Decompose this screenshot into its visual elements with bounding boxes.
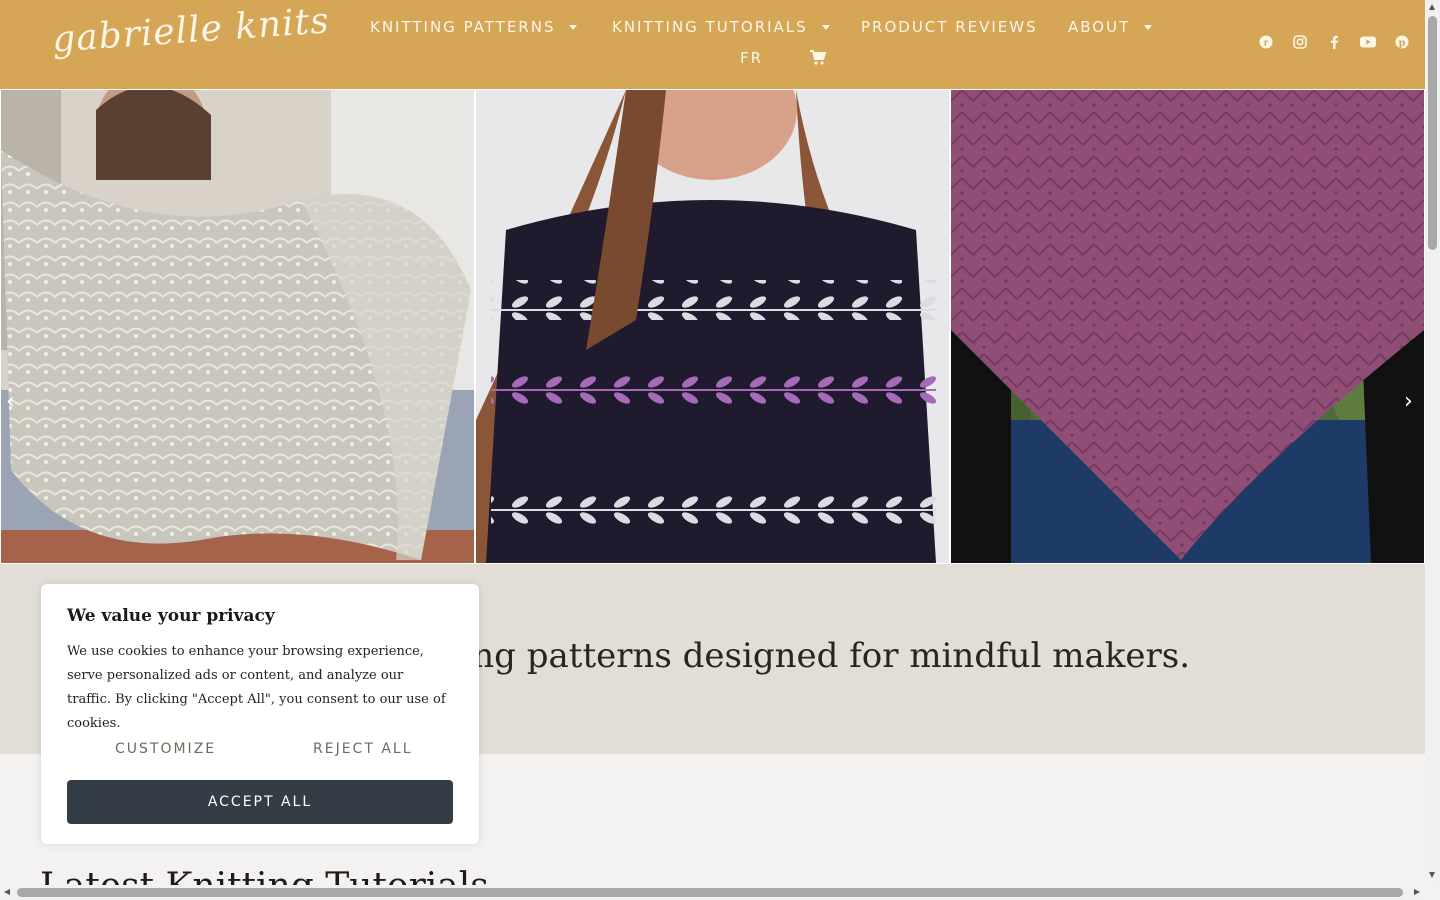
- horizontal-scroll-thumb[interactable]: [17, 888, 1403, 897]
- gallery-image-navy-sweater[interactable]: [476, 90, 949, 563]
- gallery-image-grey-shawl[interactable]: [1, 90, 474, 563]
- nav-label: PRODUCT REVIEWS: [861, 18, 1038, 36]
- facebook-icon[interactable]: [1325, 33, 1343, 51]
- nav-label: ABOUT: [1068, 18, 1131, 36]
- horizontal-scrollbar[interactable]: [0, 885, 1425, 900]
- instagram-icon[interactable]: [1291, 33, 1309, 51]
- scroll-right-icon[interactable]: [1414, 889, 1420, 895]
- youtube-icon[interactable]: [1359, 33, 1377, 51]
- svg-text:p: p: [1399, 38, 1406, 49]
- nav-product-reviews[interactable]: PRODUCT REVIEWS: [861, 18, 1038, 36]
- accept-all-button[interactable]: ACCEPT ALL: [67, 780, 453, 824]
- cookie-body: We use cookies to enhance your browsing …: [67, 644, 446, 731]
- nav-knitting-tutorials[interactable]: KNITTING TUTORIALS: [612, 18, 830, 36]
- chevron-right-icon[interactable]: ›: [1404, 389, 1413, 414]
- scroll-down-icon[interactable]: [1429, 872, 1435, 878]
- caret-down-icon: [1144, 25, 1153, 30]
- vertical-scrollbar[interactable]: [1425, 0, 1440, 885]
- nav-label: FR: [740, 49, 764, 67]
- scroll-left-icon[interactable]: [4, 889, 10, 895]
- cookie-title: We value your privacy: [67, 606, 275, 626]
- site-logo[interactable]: gabrielle knits: [51, 0, 331, 60]
- caret-down-icon: [821, 25, 830, 30]
- site-header: gabrielle knits KNITTING PATTERNS KNITTI…: [0, 0, 1425, 89]
- scroll-up-icon[interactable]: [1429, 4, 1435, 10]
- nav-knitting-patterns[interactable]: KNITTING PATTERNS: [370, 18, 578, 36]
- vertical-scroll-thumb[interactable]: [1428, 16, 1437, 250]
- hero-gallery: ‹ ›: [0, 89, 1425, 564]
- nav-about[interactable]: ABOUT: [1068, 18, 1153, 36]
- caret-down-icon: [569, 25, 578, 30]
- customize-button[interactable]: CUSTOMIZE: [115, 741, 216, 757]
- gallery-image-purple-shawl[interactable]: [951, 90, 1424, 563]
- cart-icon[interactable]: [809, 50, 827, 70]
- nav-label: KNITTING TUTORIALS: [612, 18, 808, 36]
- nav-label: KNITTING PATTERNS: [370, 18, 556, 36]
- pinterest-icon[interactable]: p: [1393, 33, 1411, 51]
- reject-all-button[interactable]: REJECT ALL: [313, 741, 413, 757]
- chevron-left-icon[interactable]: ‹: [6, 389, 15, 414]
- ravelry-icon[interactable]: r: [1257, 33, 1275, 51]
- nav-language-fr[interactable]: FR: [740, 49, 763, 67]
- cookie-consent-dialog: We value your privacy We use cookies to …: [41, 584, 479, 844]
- svg-text:r: r: [1264, 39, 1269, 49]
